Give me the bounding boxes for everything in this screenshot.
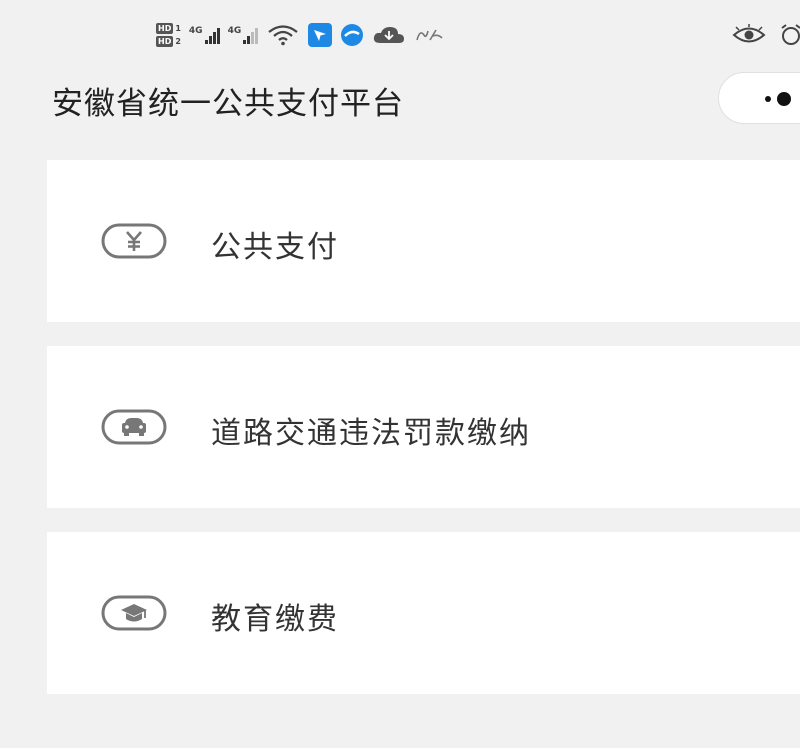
network-type-label: 4G bbox=[227, 26, 242, 36]
sim-number: 2 bbox=[175, 37, 181, 46]
menu-item-label: 教育缴费 bbox=[211, 602, 339, 637]
alarm-icon bbox=[781, 24, 800, 45]
page-title: 安徽省统一公共支付平台 bbox=[52, 86, 404, 122]
status-bar-left: HD 1 HD 2 4G 4G bbox=[156, 20, 444, 50]
menu-item-public-payment[interactable]: 公共支付 bbox=[47, 160, 800, 322]
menu-item-traffic-fine-payment[interactable]: 道路交通违法罚款缴纳 bbox=[47, 346, 800, 508]
sim-hd-indicators: HD 1 HD 2 bbox=[156, 23, 181, 47]
more-options-capsule-button[interactable] bbox=[718, 72, 800, 124]
hd-badge: HD bbox=[156, 23, 174, 34]
location-arrow-app-icon bbox=[308, 23, 333, 47]
signal-strength-sim1-icon: 4G bbox=[189, 26, 220, 44]
app-screen: HD 1 HD 2 4G 4G 安徽省统一公共支付平台 公共支付 道路交通违法罚… bbox=[0, 0, 800, 748]
menu-item-label: 道路交通违法罚款缴纳 bbox=[211, 416, 531, 451]
graduation-cap-icon bbox=[101, 595, 167, 631]
more-dot-large-icon bbox=[777, 92, 791, 106]
cloud-icon bbox=[374, 27, 405, 43]
eye-icon bbox=[732, 24, 766, 43]
status-bar: HD 1 HD 2 4G 4G bbox=[0, 0, 800, 62]
car-icon bbox=[101, 409, 167, 445]
network-type-label: 4G bbox=[188, 26, 203, 36]
menu-item-education-fee-payment[interactable]: 教育缴费 bbox=[47, 532, 800, 694]
sim1-hd-indicator: HD 1 bbox=[156, 23, 181, 34]
wifi-icon bbox=[268, 25, 298, 46]
notification-glyph-icon bbox=[416, 29, 443, 41]
menu-item-label: 公共支付 bbox=[211, 230, 339, 265]
browser-app-icon bbox=[341, 24, 364, 46]
yuan-icon bbox=[101, 223, 167, 259]
status-bar-right bbox=[732, 24, 800, 46]
more-dot-icon bbox=[765, 96, 771, 102]
signal-strength-sim2-icon: 4G bbox=[228, 26, 259, 44]
sim2-hd-indicator: HD 2 bbox=[156, 36, 181, 47]
hd-badge: HD bbox=[156, 36, 174, 47]
sim-number: 1 bbox=[175, 24, 181, 33]
